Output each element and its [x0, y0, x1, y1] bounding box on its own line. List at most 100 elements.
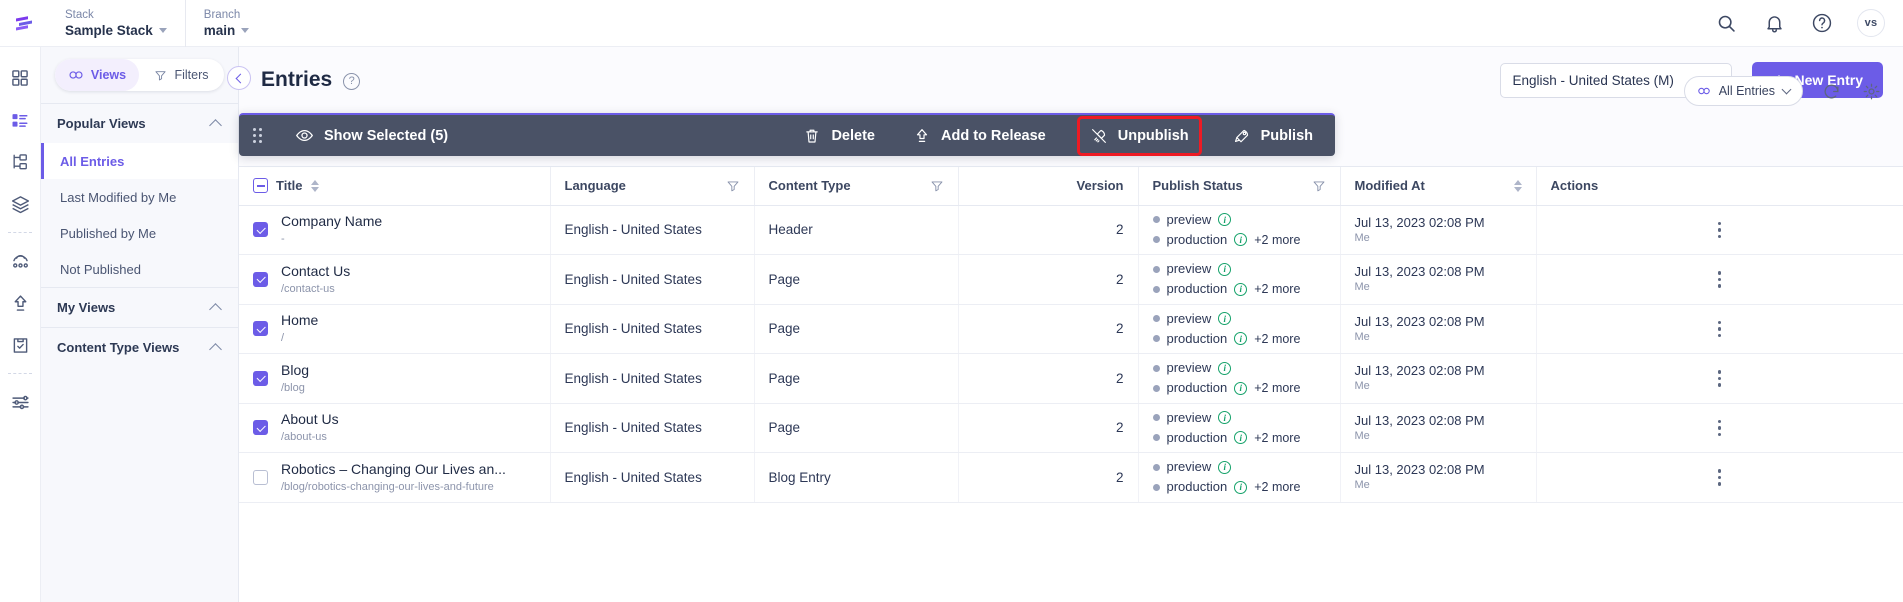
content-models-icon[interactable] — [0, 141, 41, 183]
row-checkbox[interactable] — [253, 370, 268, 386]
status-more[interactable]: +2 more — [1254, 477, 1300, 497]
entry-title[interactable]: Company Name — [281, 213, 382, 230]
cell-actions — [1536, 304, 1903, 354]
row-checkbox[interactable] — [253, 469, 268, 485]
sidebar-item-all-entries[interactable]: All Entries — [41, 143, 238, 179]
select-all-checkbox[interactable] — [253, 178, 268, 194]
contentstack-logo-icon[interactable] — [0, 0, 47, 47]
info-icon[interactable]: i — [1234, 233, 1248, 247]
sidebar-item-not-published[interactable]: Not Published — [41, 251, 238, 287]
publish-queue-icon[interactable] — [0, 282, 41, 324]
info-icon[interactable]: i — [1234, 480, 1248, 494]
show-selected-button[interactable]: Show Selected (5) — [291, 114, 452, 157]
entry-title[interactable]: Contact Us — [281, 263, 350, 280]
help-circle-icon[interactable]: ? — [343, 72, 361, 90]
column-header-content-type[interactable]: Content Type — [754, 167, 959, 206]
info-icon[interactable]: i — [1234, 431, 1248, 445]
row-actions-menu-icon[interactable] — [1551, 271, 1889, 288]
status-more[interactable]: +2 more — [1254, 329, 1300, 349]
table-row[interactable]: Contact Us /contact-us English - United … — [239, 254, 1903, 305]
rail-divider — [8, 373, 32, 374]
row-actions-menu-icon[interactable] — [1551, 221, 1889, 238]
column-header-title[interactable]: Title — [239, 167, 551, 206]
filter-icon[interactable] — [1312, 179, 1326, 193]
left-rail — [0, 47, 41, 602]
status-more[interactable]: +2 more — [1254, 378, 1300, 398]
add-to-release-button[interactable]: Add to Release — [909, 114, 1050, 157]
row-checkbox[interactable] — [253, 321, 268, 337]
filter-icon[interactable] — [726, 179, 740, 193]
views-button[interactable]: Views — [55, 59, 139, 91]
table-row[interactable]: Blog /blog English - United States Page … — [239, 353, 1903, 404]
notification-bell-icon[interactable] — [1761, 10, 1787, 36]
drag-handle-icon[interactable] — [253, 128, 281, 143]
gear-icon[interactable] — [1859, 79, 1883, 103]
info-icon[interactable]: i — [1218, 312, 1232, 326]
status-more[interactable]: +2 more — [1254, 279, 1300, 299]
status-env: production — [1166, 479, 1228, 495]
column-header-publish-status[interactable]: Publish Status — [1138, 167, 1341, 206]
sidebar-group-popular-views[interactable]: Popular Views — [41, 103, 238, 143]
avatar[interactable]: vs — [1857, 9, 1885, 37]
row-actions-menu-icon[interactable] — [1551, 419, 1889, 436]
sort-icon[interactable] — [1513, 179, 1522, 192]
sidebar-item-published-by-me[interactable]: Published by Me — [41, 215, 238, 251]
column-header-version[interactable]: Version — [958, 167, 1139, 206]
row-checkbox[interactable] — [253, 271, 268, 287]
row-actions-menu-icon[interactable] — [1551, 370, 1889, 387]
release-tasks-icon[interactable] — [0, 324, 41, 366]
info-icon[interactable]: i — [1234, 282, 1248, 296]
entry-title[interactable]: Home — [281, 312, 318, 329]
info-icon[interactable]: i — [1218, 213, 1232, 227]
unpublish-button[interactable]: Unpublish — [1076, 115, 1202, 156]
column-header-language[interactable]: Language — [550, 167, 755, 206]
column-label: Language — [564, 178, 626, 194]
entry-title[interactable]: About Us — [281, 411, 339, 428]
breadcrumb-stack[interactable]: Stack Sample Stack — [47, 0, 185, 47]
status-more[interactable]: +2 more — [1254, 428, 1300, 448]
assets-stack-icon[interactable] — [0, 183, 41, 225]
chevron-left-icon[interactable] — [227, 66, 251, 90]
sidebar-group-content-type-views[interactable]: Content Type Views — [41, 327, 238, 367]
info-icon[interactable]: i — [1218, 262, 1232, 276]
sort-icon[interactable] — [310, 179, 319, 192]
entry-url: /blog/robotics-changing-our-lives-and-fu… — [281, 480, 494, 493]
publish-button[interactable]: Publish — [1229, 114, 1317, 157]
search-icon[interactable] — [1713, 10, 1739, 36]
table-head: Title Language Content Type Version Publ… — [239, 167, 1903, 206]
info-icon[interactable]: i — [1218, 460, 1232, 474]
row-actions-menu-icon[interactable] — [1551, 469, 1889, 486]
extensions-icon[interactable] — [0, 240, 41, 282]
views-filters-toggle: Views Filters — [55, 59, 224, 91]
row-checkbox[interactable] — [253, 420, 268, 436]
info-icon[interactable]: i — [1218, 411, 1232, 425]
table-row[interactable]: About Us /about-us English - United Stat… — [239, 403, 1903, 453]
stack-value[interactable]: Sample Stack — [65, 22, 167, 39]
info-icon[interactable]: i — [1234, 381, 1248, 395]
table-row[interactable]: Home / English - United States Page 2 pr… — [239, 304, 1903, 354]
info-icon[interactable]: i — [1234, 332, 1248, 346]
row-actions-menu-icon[interactable] — [1551, 320, 1889, 337]
sidebar-group-title: Popular Views — [57, 116, 146, 131]
refresh-icon[interactable] — [1819, 79, 1843, 103]
filters-button[interactable]: Filters — [139, 59, 224, 91]
branch-value[interactable]: main — [204, 22, 250, 39]
sidebar-group-my-views[interactable]: My Views — [41, 287, 238, 327]
settings-sliders-icon[interactable] — [0, 381, 41, 423]
status-more[interactable]: +2 more — [1254, 230, 1300, 250]
entry-title[interactable]: Robotics – Changing Our Lives an... — [281, 461, 506, 478]
row-checkbox[interactable] — [253, 222, 268, 238]
entry-title[interactable]: Blog — [281, 362, 309, 379]
view-selector-pill[interactable]: All Entries — [1683, 76, 1803, 106]
table-row[interactable]: Company Name - English - United States H… — [239, 205, 1903, 255]
table-row[interactable]: Robotics – Changing Our Lives an... /blo… — [239, 452, 1903, 503]
filter-icon[interactable] — [930, 179, 944, 193]
delete-button[interactable]: Delete — [799, 114, 879, 157]
help-circle-icon[interactable] — [1809, 10, 1835, 36]
dashboard-icon[interactable] — [0, 57, 41, 99]
breadcrumb-branch[interactable]: Branch main — [184, 0, 268, 47]
sidebar-item-last-modified-by-me[interactable]: Last Modified by Me — [41, 179, 238, 215]
info-icon[interactable]: i — [1218, 361, 1232, 375]
entries-icon[interactable] — [0, 99, 41, 141]
column-header-modified-at[interactable]: Modified At — [1340, 167, 1537, 206]
